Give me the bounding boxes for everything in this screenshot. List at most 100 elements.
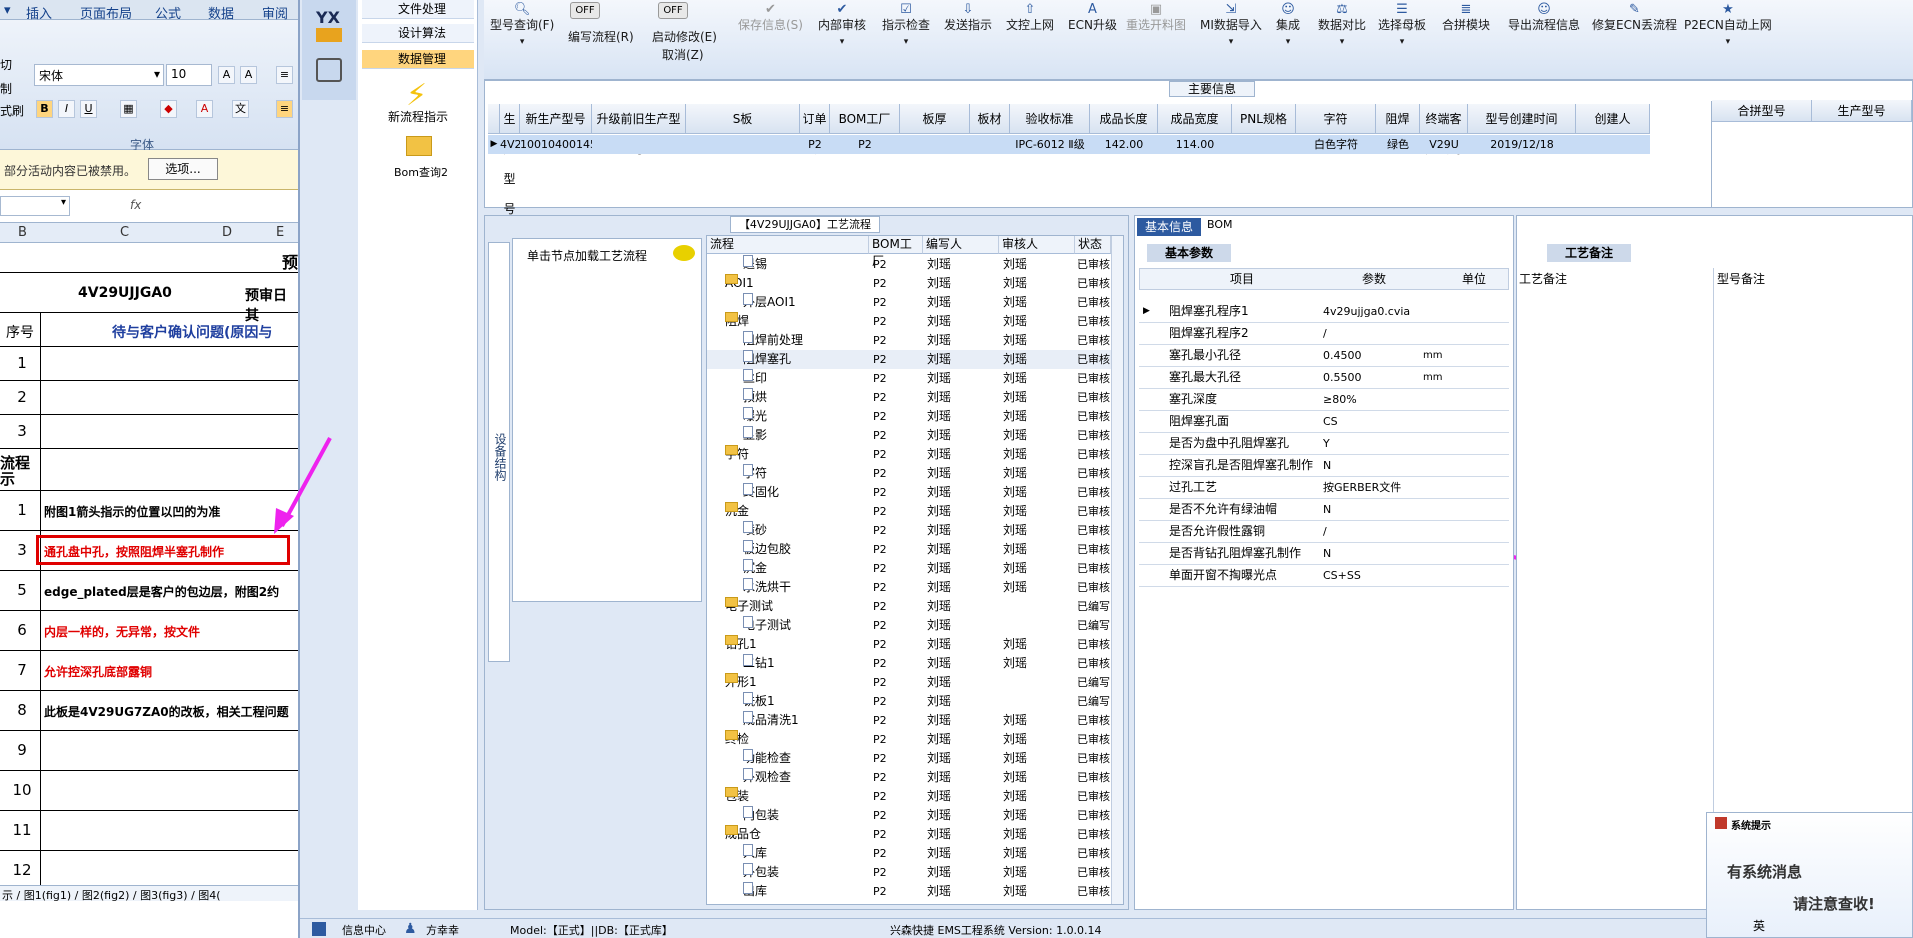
grid-cell[interactable] <box>970 135 1010 154</box>
bom-query-link[interactable]: Bom查询2 <box>394 164 448 180</box>
tree-node[interactable]: 内包装 <box>743 806 779 825</box>
tree-node[interactable]: 阻焊塞孔 <box>743 350 791 369</box>
column-header[interactable]: 新生产型号 <box>520 104 592 134</box>
tree-node[interactable]: 板边包胶 <box>743 540 791 559</box>
column-header[interactable]: 升级前旧生产型号 <box>592 104 686 156</box>
windows-icon[interactable] <box>312 922 326 936</box>
cancel-button[interactable]: 取消(Z) <box>662 46 704 63</box>
grid-cell[interactable]: IPC-6012 Ⅱ级 <box>1010 135 1090 154</box>
param-row[interactable]: 控深盲孔是否阻焊塞孔制作 N <box>1139 455 1509 477</box>
data-compare-button[interactable]: ⚖ 数据对比 ▾ <box>1318 3 1366 47</box>
tree-row[interactable]: 功能检查 P2 刘瑶 刘瑶 已审核 <box>707 749 1123 768</box>
tree-node[interactable]: 退锡 <box>743 255 767 274</box>
issue-cell[interactable]: edge_plated层是客户的包边层，附图2约 <box>44 583 279 600</box>
model-query-button[interactable]: 🔍︎ 型号查询(F) ▾ <box>490 3 554 47</box>
param-value[interactable]: CS <box>1323 411 1338 432</box>
doc-control-online-button[interactable]: ⇧ 文控上网 <box>1006 3 1054 33</box>
tree-row[interactable]: 铣板1 P2 刘瑶 已编写 <box>707 692 1123 711</box>
param-row[interactable]: 阻焊塞孔面 CS <box>1139 411 1509 433</box>
underline-button[interactable]: U <box>80 100 97 118</box>
param-value[interactable]: CS+SS <box>1323 565 1361 586</box>
param-value[interactable]: ≥80% <box>1323 389 1357 410</box>
tree-row[interactable]: 字符 P2 刘瑶 刘瑶 已审核 <box>707 464 1123 483</box>
tree-node[interactable]: 曝光 <box>743 407 767 426</box>
column-header[interactable]: S板 <box>686 104 800 134</box>
tree-row[interactable]: 阻焊前处理 P2 刘瑶 刘瑶 已审核 <box>707 331 1123 350</box>
row-selector[interactable]: ▶ <box>488 135 500 154</box>
merge-production-header[interactable]: 生产型号 <box>1812 100 1912 122</box>
font-size-select[interactable]: 10 <box>166 64 212 86</box>
tree-row[interactable]: 二钻1 P2 刘瑶 刘瑶 已审核 <box>707 654 1123 673</box>
tree-row[interactable]: 阻焊 P2 刘瑶 刘瑶 已审核 <box>707 312 1123 331</box>
issue-cell[interactable]: 内层一样的，无异常，按文件 <box>44 623 200 640</box>
tree-row[interactable]: 终固化 P2 刘瑶 刘瑶 已审核 <box>707 483 1123 502</box>
col-header-d[interactable]: D <box>222 225 232 240</box>
column-header[interactable]: 型号创建时间 <box>1468 104 1576 134</box>
tree-node[interactable]: 外层AOI1 <box>743 293 796 312</box>
param-value[interactable]: 4v29ujjga0.cvia <box>1323 301 1410 322</box>
param-value[interactable]: N <box>1323 543 1331 564</box>
grid-cell[interactable] <box>1232 135 1296 154</box>
nav-design-algorithm[interactable]: 设计算法 <box>362 24 474 43</box>
system-notification[interactable]: 系统提示 有系统消息 请注意查收! 英 <box>1706 812 1913 938</box>
grid-cell[interactable]: 10010400145500 <box>520 135 618 154</box>
phonetic-button[interactable]: 文 <box>232 100 249 118</box>
grid-cell[interactable]: 绿色 <box>1376 135 1420 154</box>
model-cell[interactable]: 4V29UJJGA0 <box>78 285 172 301</box>
tab-bom[interactable]: BOM <box>1207 218 1233 231</box>
grid-cell[interactable] <box>900 135 970 154</box>
reselect-cut-button[interactable]: ▣ 重选开料图 <box>1126 3 1186 33</box>
merge-module-button[interactable]: ≣ 合拼模块 <box>1442 3 1490 33</box>
tree-node[interactable]: 电子测试 <box>725 597 773 616</box>
tree-row[interactable]: 喷砂 P2 刘瑶 刘瑶 已审核 <box>707 521 1123 540</box>
computer-icon[interactable] <box>316 58 342 82</box>
grid-cell[interactable]: 白色字符 <box>1296 135 1376 154</box>
param-row[interactable]: 是否允许假性露铜 / <box>1139 521 1509 543</box>
tree-node[interactable]: 沉金 <box>725 502 749 521</box>
bold-button[interactable]: B <box>36 100 53 118</box>
grid-cell[interactable]: P2 <box>800 135 830 154</box>
folder-icon[interactable] <box>406 136 432 156</box>
tree-node[interactable]: 字符 <box>743 464 767 483</box>
border-button[interactable]: ▦ <box>120 100 137 118</box>
tree-row[interactable]: 曝光 P2 刘瑶 刘瑶 已审核 <box>707 407 1123 426</box>
tree-node[interactable]: 入库 <box>743 844 767 863</box>
param-row[interactable]: 是否为盘中孔阻焊塞孔 Y <box>1139 433 1509 455</box>
tree-row[interactable]: 水洗烘干 P2 刘瑶 刘瑶 已审核 <box>707 578 1123 597</box>
cut-label[interactable]: 切 <box>0 56 12 73</box>
column-header[interactable]: 成品长度 <box>1090 104 1158 134</box>
tree-node[interactable]: 外形1 <box>725 673 757 692</box>
tree-row[interactable]: 成品清洗1 P2 刘瑶 刘瑶 已审核 <box>707 711 1123 730</box>
grow-font-button[interactable]: A <box>218 66 235 84</box>
tree-row[interactable]: 字符 P2 刘瑶 刘瑶 已审核 <box>707 445 1123 464</box>
col-auditor[interactable]: 审核人 <box>999 236 1075 254</box>
tab-equipment-structure[interactable]: 设备结构 <box>488 242 510 662</box>
column-header[interactable]: 板材 <box>970 104 1010 134</box>
repair-ecn-button[interactable]: ✎ 修复ECN丢流程 <box>1592 3 1677 33</box>
send-instruction-button[interactable]: ⇩ 发送指示 <box>944 3 992 33</box>
column-header[interactable]: 板厚 <box>900 104 970 134</box>
column-header[interactable]: PNL规格 <box>1232 104 1296 134</box>
tree-node[interactable]: 阻焊 <box>725 312 749 331</box>
col-header-e[interactable]: E <box>276 225 284 240</box>
column-header[interactable]: 生产型号 <box>500 104 520 216</box>
tree-node[interactable]: 阻焊前处理 <box>743 331 803 350</box>
col-param[interactable]: 参数 <box>1362 269 1386 290</box>
p2ecn-online-button[interactable]: ★ P2ECN自动上网 ▾ <box>1684 3 1772 47</box>
param-row[interactable]: 塞孔深度 ≥80% <box>1139 389 1509 411</box>
param-value[interactable]: N <box>1323 455 1331 476</box>
tab-basic-info[interactable]: 基本信息 <box>1137 218 1201 236</box>
options-button[interactable]: 选项... <box>148 158 218 180</box>
tree-row[interactable]: 外层AOI1 P2 刘瑶 刘瑶 已审核 <box>707 293 1123 312</box>
tree-row[interactable]: 外包装 P2 刘瑶 刘瑶 已审核 <box>707 863 1123 882</box>
tree-node[interactable]: 外包装 <box>743 863 779 882</box>
tree-scrollbar[interactable] <box>1111 236 1123 904</box>
tree-node[interactable]: 显影 <box>743 426 767 445</box>
tree-node[interactable]: 终固化 <box>743 483 779 502</box>
tree-node[interactable]: 铣板1 <box>743 692 775 711</box>
tree-row[interactable]: 沉金 P2 刘瑶 刘瑶 已审核 <box>707 559 1123 578</box>
param-row[interactable]: 过孔工艺 按GERBER文件 <box>1139 477 1509 499</box>
tree-node[interactable]: 成品仓 <box>725 825 761 844</box>
tree-row[interactable]: 阻焊塞孔 P2 刘瑶 刘瑶 已审核 <box>707 350 1123 369</box>
toggle-write-flow[interactable]: OFF <box>570 2 600 19</box>
